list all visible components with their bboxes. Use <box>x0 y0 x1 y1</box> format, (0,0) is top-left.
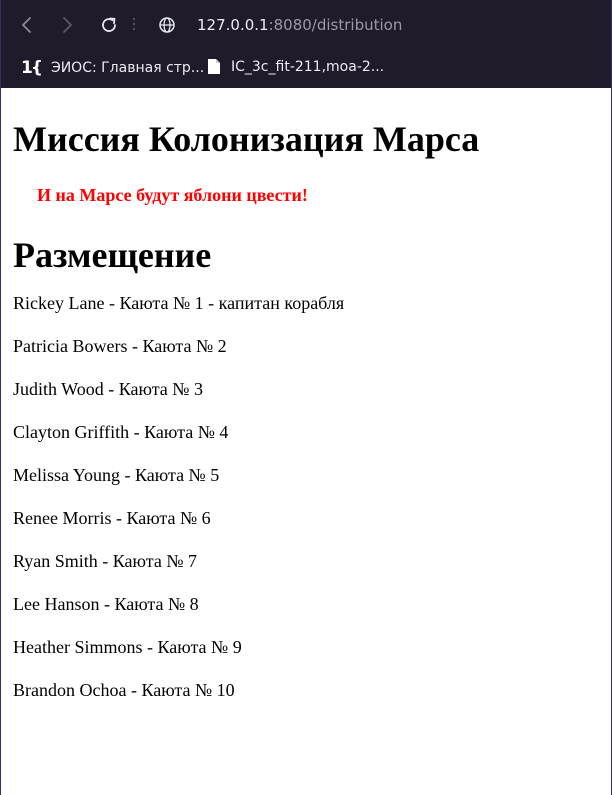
bookmark-document[interactable]: IC_3c_fit-211,moa-2... <box>207 58 384 75</box>
eios-logo-icon: 1{ <box>21 58 43 78</box>
arrow-right-icon <box>63 17 72 33</box>
list-item: Ryan Smith - Каюта № 7 <box>13 551 197 571</box>
bookmark-label: ЭИОС: Главная стр... <box>50 60 205 76</box>
list-item: Melissa Young - Каюта № 5 <box>13 465 220 485</box>
address-bar[interactable]: 127.0.0.1:8080/distribution <box>197 15 402 35</box>
url-host: 127.0.0.1 <box>197 16 269 34</box>
globe-icon <box>159 17 175 33</box>
toolbar-separator <box>133 18 135 32</box>
browser-chrome: 127.0.0.1:8080/distribution 1{ ЭИОС: Гла… <box>1 0 611 88</box>
bookmark-label: IC_3c_fit-211,moa-2... <box>231 58 385 75</box>
list-item: Lee Hanson - Каюта № 8 <box>13 594 199 614</box>
forward-button[interactable] <box>55 13 79 37</box>
bookmarks-bar: 1{ ЭИОС: Главная стр... IC_3c_fit-211,mo… <box>1 50 611 88</box>
list-item: Judith Wood - Каюта № 3 <box>13 379 203 399</box>
list-item: Rickey Lane - Каюта № 1 - капитан корабл… <box>13 293 345 313</box>
bookmark-eios[interactable]: 1{ ЭИОС: Главная стр... <box>21 58 204 78</box>
browser-toolbar: 127.0.0.1:8080/distribution <box>1 0 611 50</box>
site-info-button[interactable] <box>157 15 177 39</box>
page-title: Миссия Колонизация Марса <box>13 119 480 159</box>
section-title: Размещение <box>13 235 212 275</box>
assignment-list: Rickey Lane - Каюта № 1 - капитан корабл… <box>13 293 599 701</box>
page-content: Миссия Колонизация Марса И на Марсе буду… <box>1 117 611 701</box>
list-item: Heather Simmons - Каюта № 9 <box>13 637 242 657</box>
arrow-left-icon <box>22 17 31 33</box>
list-item: Patricia Bowers - Каюта № 2 <box>13 336 227 356</box>
list-item: Clayton Griffith - Каюта № 4 <box>13 422 229 442</box>
slogan: И на Марсе будут яблони цвести! <box>37 185 308 205</box>
url-path: :8080/distribution <box>268 16 403 34</box>
reload-icon <box>102 17 116 32</box>
file-icon <box>207 58 221 75</box>
reload-button[interactable] <box>97 13 121 37</box>
list-item: Brandon Ochoa - Каюта № 10 <box>13 680 235 700</box>
browser-window: 127.0.0.1:8080/distribution 1{ ЭИОС: Гла… <box>0 0 612 795</box>
back-button[interactable] <box>15 13 39 37</box>
list-item: Renee Morris - Каюта № 6 <box>13 508 211 528</box>
